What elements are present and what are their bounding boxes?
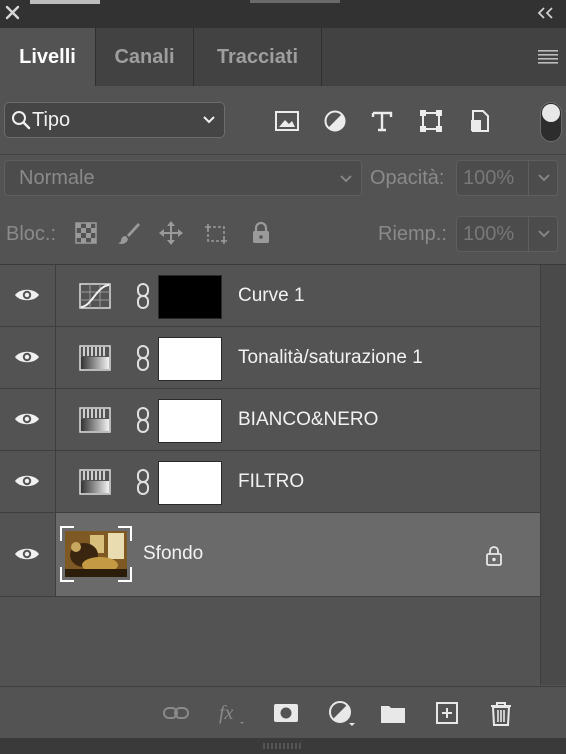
chevron-down-icon [340,175,352,183]
layer-name[interactable]: Tonalità/saturazione 1 [238,347,423,369]
document-edge [30,0,100,4]
layer-row[interactable]: Curve 1 [0,265,540,327]
visibility-cell[interactable] [0,265,56,326]
chevron-down-icon [538,230,550,238]
layer-mask-thumbnail[interactable] [158,337,222,381]
eye-icon[interactable] [14,473,40,489]
image-filter-icon[interactable] [274,108,300,134]
shape-filter-icon[interactable] [418,108,444,134]
opacity-dropdown[interactable] [528,161,557,195]
new-layer-icon[interactable] [433,699,461,727]
resize-grip-icon[interactable] [262,742,304,750]
layer-name[interactable]: FILTRO [238,471,304,493]
layer-row[interactable]: BIANCO&NERO [0,389,540,451]
layer-row[interactable]: Tonalità/saturazione 1 [0,327,540,389]
fx-layer-style-icon[interactable]: fx [217,699,245,727]
blend-mode-value: Normale [19,167,95,189]
adjustment-filter-icon[interactable] [322,108,348,134]
lock-all-icon[interactable] [248,220,274,246]
eye-icon[interactable] [14,546,40,562]
double-chevron-left-icon[interactable] [536,6,556,20]
chevron-down-icon [203,116,215,124]
layer-name[interactable]: BIANCO&NERO [238,409,378,431]
chain-link-icon[interactable] [134,406,152,434]
panel-tabs: Livelli Canali Tracciati [0,28,566,86]
new-group-folder-icon[interactable] [379,699,407,727]
blend-mode-select[interactable]: Normale [4,160,362,196]
new-adjustment-layer-icon[interactable] [327,699,355,727]
eye-icon[interactable] [14,411,40,427]
type-filter-icon[interactable] [369,108,395,134]
trash-delete-icon[interactable] [487,699,515,727]
curves-adjustment-icon[interactable] [79,283,111,309]
fill-label: Riemp.: [378,223,447,245]
visibility-cell[interactable] [0,327,56,388]
layer-name[interactable]: Sfondo [143,543,203,565]
eye-icon[interactable] [14,349,40,365]
visibility-cell[interactable] [0,513,56,596]
fill-field[interactable]: 100% [456,216,558,252]
lock-artboard-icon[interactable] [203,220,229,246]
opacity-field[interactable]: 100% [456,160,558,196]
document-edge-2 [250,0,340,3]
panel-footer [0,738,566,754]
filter-toggle[interactable] [540,102,562,142]
visibility-cell[interactable] [0,451,56,512]
search-icon [12,111,31,130]
tab-livelli[interactable]: Livelli [0,28,96,86]
lock-label: Bloc.: [6,223,57,245]
lock-transparency-icon[interactable] [73,220,99,246]
lock-row: Bloc.: Riemp.: 100% [0,204,566,262]
layer-lock-icon[interactable] [484,544,504,566]
layers-scrollbar-track[interactable] [540,265,566,685]
add-mask-icon[interactable] [272,699,300,727]
tab-canali[interactable]: Canali [96,28,194,86]
link-layers-icon[interactable] [162,699,190,727]
lock-pixels-brush-icon[interactable] [116,220,142,246]
filter-toggle-knob [542,104,560,122]
fill-value: 100% [463,223,515,245]
chain-link-icon[interactable] [134,468,152,496]
opacity-value: 100% [463,167,515,189]
layers-bottom-toolbar: fx [0,686,566,738]
gradient-adjustment-icon[interactable] [79,469,111,495]
opacity-label: Opacità: [370,167,445,189]
tab-tracciati[interactable]: Tracciati [194,28,322,86]
close-icon[interactable] [4,4,22,22]
chevron-down-icon [538,174,550,182]
layer-mask-thumbnail[interactable] [158,275,222,319]
layer-row-selected[interactable]: Sfondo [0,513,540,597]
panel-title-bar [0,0,566,28]
layer-mask-thumbnail[interactable] [158,399,222,443]
chain-link-icon[interactable] [134,282,152,310]
filter-row: Tipo [0,86,566,154]
eye-icon[interactable] [14,287,40,303]
smart-object-filter-icon[interactable] [467,108,493,134]
layer-mask-thumbnail[interactable] [158,461,222,505]
visibility-cell[interactable] [0,389,56,450]
chain-link-icon[interactable] [134,344,152,372]
layer-image-thumbnail[interactable] [60,525,132,583]
layer-row[interactable]: FILTRO [0,451,540,513]
blend-row: Normale Opacità: 100% [0,154,566,204]
gradient-adjustment-icon[interactable] [79,345,111,371]
svg-text:fx: fx [219,702,234,724]
filter-kind-select[interactable]: Tipo [4,102,225,138]
lock-position-move-icon[interactable] [158,220,184,246]
layers-list: Curve 1 Tonalità/saturazione 1 BIANCO&NE… [0,265,540,600]
panel-menu-icon[interactable] [538,48,558,64]
layer-name[interactable]: Curve 1 [238,285,305,307]
gradient-adjustment-icon[interactable] [79,407,111,433]
fill-dropdown[interactable] [528,217,557,251]
filter-kind-label: Tipo [32,109,71,131]
